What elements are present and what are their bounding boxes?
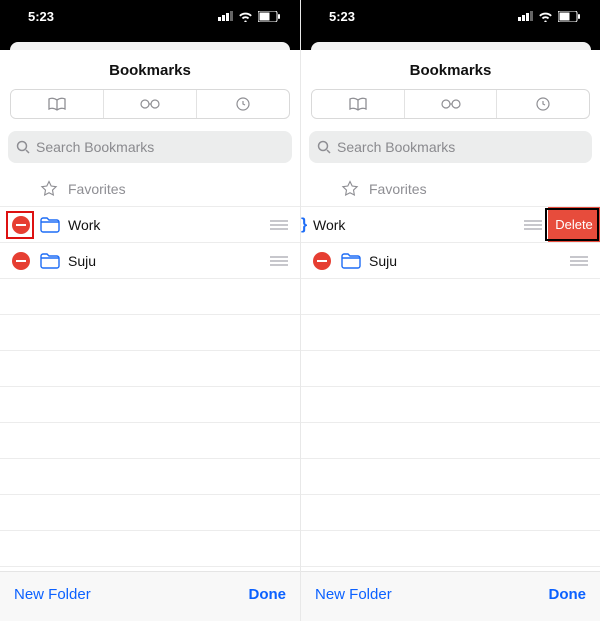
empty-row — [0, 495, 300, 531]
folder-row-work[interactable]: Work — [0, 207, 300, 243]
tab-history[interactable] — [196, 90, 289, 118]
empty-row — [301, 279, 600, 315]
status-time: 5:23 — [329, 9, 355, 24]
new-folder-button[interactable]: New Folder — [14, 586, 91, 603]
delete-minus-icon[interactable] — [313, 252, 331, 270]
folder-icon-partial: } — [301, 216, 307, 234]
folder-icon — [341, 253, 361, 269]
favorites-label: Favorites — [68, 181, 126, 197]
screenshot-right: 5:23 Bookmarks Search Bookmarks — [300, 0, 600, 621]
favorites-label: Favorites — [369, 181, 427, 197]
bookmarks-list: Favorites } Work Delete Suju — [301, 171, 600, 571]
empty-row — [0, 387, 300, 423]
drag-handle-icon[interactable] — [570, 256, 588, 266]
segmented-control[interactable] — [311, 89, 590, 119]
clock-icon — [536, 97, 550, 111]
drag-handle-icon[interactable] — [270, 256, 288, 266]
delete-button[interactable]: Delete — [548, 207, 600, 242]
empty-row — [301, 531, 600, 567]
empty-row — [301, 459, 600, 495]
drag-handle-icon[interactable] — [524, 220, 542, 230]
tab-reading-list[interactable] — [103, 90, 196, 118]
wifi-icon — [238, 11, 253, 22]
folder-row-suju[interactable]: Suju — [0, 243, 300, 279]
glasses-icon — [440, 99, 462, 109]
folder-name: Work — [68, 217, 100, 233]
battery-icon — [258, 11, 280, 22]
empty-row — [0, 279, 300, 315]
sheet-behind — [0, 38, 300, 50]
delete-label: Delete — [555, 217, 593, 232]
folder-name: Suju — [369, 253, 397, 269]
empty-row — [301, 351, 600, 387]
favorites-row[interactable]: Favorites — [0, 171, 300, 207]
search-input[interactable]: Search Bookmarks — [309, 131, 592, 163]
folder-name: Suju — [68, 253, 96, 269]
search-icon — [16, 140, 30, 154]
bottom-toolbar: New Folder Done — [301, 571, 600, 621]
empty-row — [301, 423, 600, 459]
favorites-row[interactable]: Favorites — [301, 171, 600, 207]
folder-row-suju[interactable]: Suju — [301, 243, 600, 279]
status-indicators — [218, 11, 280, 22]
empty-row — [0, 423, 300, 459]
delete-minus-icon[interactable] — [12, 216, 30, 234]
status-indicators — [518, 11, 580, 22]
page-title: Bookmarks — [301, 50, 600, 89]
empty-row — [0, 351, 300, 387]
done-button[interactable]: Done — [549, 586, 587, 603]
tab-bookmarks[interactable] — [11, 90, 103, 118]
book-icon — [348, 97, 368, 111]
folder-icon — [40, 217, 60, 233]
folder-name: Work — [313, 217, 345, 233]
new-folder-button[interactable]: New Folder — [315, 586, 392, 603]
bottom-toolbar: New Folder Done — [0, 571, 300, 621]
empty-row — [0, 315, 300, 351]
empty-row — [301, 495, 600, 531]
tab-reading-list[interactable] — [404, 90, 497, 118]
status-time: 5:23 — [28, 9, 54, 24]
book-icon — [47, 97, 67, 111]
search-placeholder: Search Bookmarks — [337, 139, 455, 155]
cellular-icon — [218, 11, 233, 21]
glasses-icon — [139, 99, 161, 109]
battery-icon — [558, 11, 580, 22]
delete-minus-icon[interactable] — [12, 252, 30, 270]
status-bar: 5:23 — [301, 0, 600, 38]
search-placeholder: Search Bookmarks — [36, 139, 154, 155]
tab-history[interactable] — [496, 90, 589, 118]
search-input[interactable]: Search Bookmarks — [8, 131, 292, 163]
status-bar: 5:23 — [0, 0, 300, 38]
screenshot-left: 5:23 Bookmarks Search Bookmarks — [0, 0, 300, 621]
folder-row-work-swiped[interactable]: } Work Delete — [301, 207, 600, 243]
sheet-behind — [301, 38, 600, 50]
cellular-icon — [518, 11, 533, 21]
done-button[interactable]: Done — [249, 586, 287, 603]
empty-row — [301, 387, 600, 423]
drag-handle-icon[interactable] — [270, 220, 288, 230]
wifi-icon — [538, 11, 553, 22]
tab-bookmarks[interactable] — [312, 90, 404, 118]
star-icon — [341, 180, 359, 198]
empty-row — [0, 459, 300, 495]
segmented-control[interactable] — [10, 89, 290, 119]
star-icon — [40, 180, 58, 198]
empty-row — [301, 315, 600, 351]
bookmarks-list: Favorites Work Suju — [0, 171, 300, 571]
page-title: Bookmarks — [0, 50, 300, 89]
clock-icon — [236, 97, 250, 111]
search-icon — [317, 140, 331, 154]
folder-icon — [40, 253, 60, 269]
empty-row — [0, 531, 300, 567]
